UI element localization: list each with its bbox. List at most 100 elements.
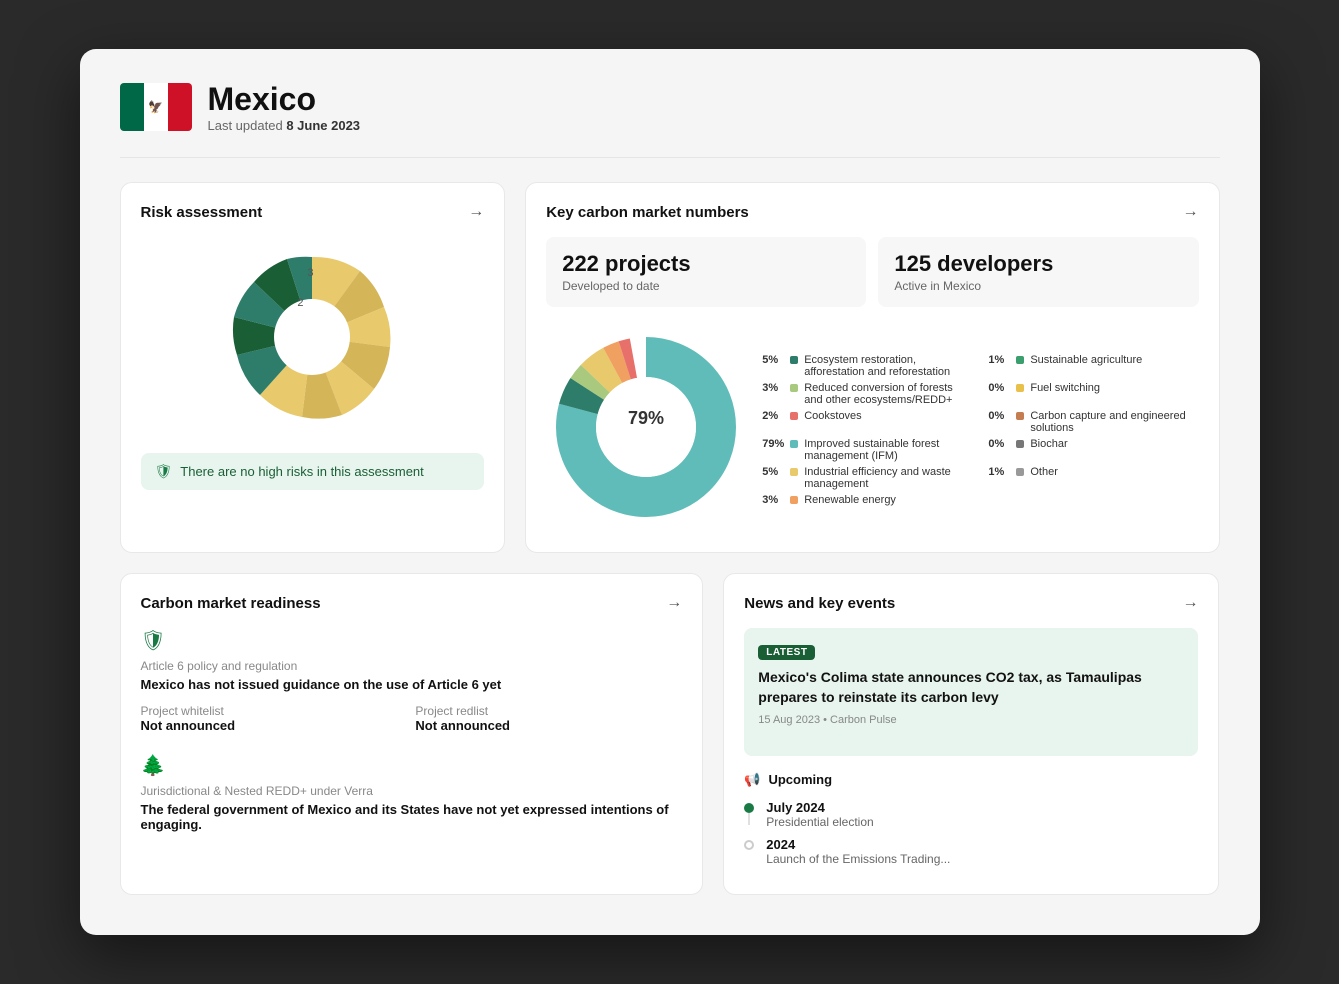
legend-dot-1 — [790, 356, 798, 364]
stat-box-projects: 222 projects Developed to date — [546, 237, 866, 307]
readiness-section-2: 🌲 Jurisdictional & Nested REDD+ under Ve… — [141, 753, 683, 832]
article6-text: Mexico has not issued guidance on the us… — [141, 677, 683, 692]
no-risk-badge: 🛡 There are no high risks in this assess… — [141, 453, 485, 490]
carbon-market-arrow[interactable]: → — [1183, 203, 1199, 221]
flag-green-stripe — [120, 83, 144, 131]
last-updated: Last updated 8 June 2023 — [208, 118, 361, 133]
header-divider — [120, 157, 1220, 158]
browser-frame: 🦅 Mexico Last updated 8 June 2023 Risk a… — [80, 49, 1260, 934]
legend-item-r5: 1% Other — [988, 466, 1198, 490]
legend-item-6: 3% Renewable energy — [762, 494, 972, 506]
redd-icon: 🌲 — [141, 753, 683, 778]
legend-item-r1: 1% Sustainable agriculture — [988, 354, 1198, 378]
timeline-content-1: July 2024 Presidential election — [766, 800, 873, 829]
chart-legend-container: 79% 5% Ecosystem restoration, afforestat… — [546, 327, 1198, 532]
risk-assessment-arrow[interactable]: → — [468, 203, 484, 221]
sunburst-label-2: 2 — [297, 297, 303, 309]
redlist-label: Project redlist — [415, 704, 682, 718]
sunburst-label-3: 3 — [307, 267, 313, 279]
megaphone-icon: 📢 — [744, 772, 760, 788]
readiness-card: Carbon market readiness → 🛡 Article 6 po… — [120, 573, 704, 894]
news-meta: 15 Aug 2023 • Carbon Pulse — [758, 714, 1184, 726]
legend-grid: 5% Ecosystem restoration, afforestation … — [762, 354, 1198, 506]
donut-center-pct: 79% — [628, 408, 664, 428]
news-headline: Mexico's Colima state announces CO2 tax,… — [758, 668, 1184, 707]
flag-red-stripe — [168, 83, 192, 131]
timeline-date-1: July 2024 — [766, 800, 873, 815]
donut-svg: 79% — [546, 327, 746, 527]
timeline-item-2: 2024 Launch of the Emissions Trading... — [744, 837, 1198, 866]
legend-item-1: 5% Ecosystem restoration, afforestation … — [762, 354, 972, 378]
legend-dot-6 — [790, 496, 798, 504]
timeline-line-1 — [748, 813, 750, 825]
legend-dot-r1 — [1016, 356, 1024, 364]
legend-item-5: 5% Industrial efficiency and waste manag… — [762, 466, 972, 490]
legend-dot-r5 — [1016, 468, 1024, 476]
news-title: News and key events — [744, 595, 895, 612]
redd-subtitle: Jurisdictional & Nested REDD+ under Verr… — [141, 784, 683, 798]
legend-dot-5 — [790, 468, 798, 476]
upcoming-header: 📢 Upcoming — [744, 772, 1198, 788]
risk-assessment-title: Risk assessment — [141, 204, 263, 221]
news-header: News and key events → — [744, 594, 1198, 612]
risk-chart: 3 2 — [141, 237, 485, 437]
readiness-header: Carbon market readiness → — [141, 594, 683, 612]
legend-item-r4: 0% Biochar — [988, 438, 1198, 462]
donut-chart-wrapper: 79% — [546, 327, 746, 532]
flag-white-stripe: 🦅 — [144, 83, 168, 131]
last-updated-date: 8 June 2023 — [286, 118, 360, 133]
upcoming-label: Upcoming — [768, 772, 832, 787]
timeline-date-2: 2024 — [766, 837, 950, 852]
whitelist-label: Project whitelist — [141, 704, 408, 718]
latest-badge: LATEST — [758, 645, 815, 660]
timeline-dot-2 — [744, 840, 754, 850]
bottom-grid: Carbon market readiness → 🛡 Article 6 po… — [120, 573, 1220, 894]
legend-item-r3: 0% Carbon capture and engineered solutio… — [988, 410, 1198, 434]
legend-dot-3 — [790, 412, 798, 420]
risk-assessment-card: Risk assessment → 3 2 — [120, 182, 506, 553]
timeline-dot-1 — [744, 803, 754, 813]
page-header: 🦅 Mexico Last updated 8 June 2023 — [120, 81, 1220, 133]
legend-dot-r2 — [1016, 384, 1024, 392]
shield-icon: 🛡 — [155, 463, 173, 480]
whitelist-value: Not announced — [141, 718, 408, 733]
redlist-value: Not announced — [415, 718, 682, 733]
stats-row: 222 projects Developed to date 125 devel… — [546, 237, 1198, 307]
carbon-market-header: Key carbon market numbers → — [546, 203, 1198, 221]
timeline-event-2: Launch of the Emissions Trading... — [766, 852, 950, 866]
main-grid: Risk assessment → 3 2 — [120, 182, 1220, 553]
readiness-arrow[interactable]: → — [666, 594, 682, 612]
legend-item-3: 2% Cookstoves — [762, 410, 972, 434]
sunburst-chart: 3 2 — [212, 237, 412, 437]
legend-item-2: 3% Reduced conversion of forests and oth… — [762, 382, 972, 406]
legend-item-4: 79% Improved sustainable forest manageme… — [762, 438, 972, 462]
timeline-content-2: 2024 Launch of the Emissions Trading... — [766, 837, 950, 866]
whitelist-item: Project whitelist Not announced — [141, 704, 408, 733]
country-flag: 🦅 — [120, 83, 192, 131]
legend-dot-r4 — [1016, 440, 1024, 448]
article6-icon: 🛡 — [141, 628, 683, 653]
timeline-item-1: July 2024 Presidential election — [744, 800, 1198, 829]
legend-dot-4 — [790, 440, 798, 448]
country-name: Mexico — [208, 81, 361, 118]
news-card: News and key events → LATEST Mexico's Co… — [723, 573, 1219, 894]
readiness-title: Carbon market readiness — [141, 595, 321, 612]
news-arrow[interactable]: → — [1182, 594, 1198, 612]
developers-label: Active in Mexico — [894, 279, 1182, 293]
risk-assessment-header: Risk assessment → — [141, 203, 485, 221]
latest-news-box: LATEST Mexico's Colima state announces C… — [744, 628, 1198, 755]
whitelist-redlist: Project whitelist Not announced Project … — [141, 704, 683, 733]
legend-dot-r3 — [1016, 412, 1024, 420]
developers-number: 125 developers — [894, 251, 1182, 277]
header-text: Mexico Last updated 8 June 2023 — [208, 81, 361, 133]
carbon-market-card: Key carbon market numbers → 222 projects… — [525, 182, 1219, 553]
center-circle — [274, 299, 350, 375]
carbon-market-title: Key carbon market numbers — [546, 204, 749, 221]
stat-box-developers: 125 developers Active in Mexico — [878, 237, 1198, 307]
projects-label: Developed to date — [562, 279, 850, 293]
no-risk-text: There are no high risks in this assessme… — [180, 464, 424, 479]
redlist-item: Project redlist Not announced — [415, 704, 682, 733]
redd-text: The federal government of Mexico and its… — [141, 802, 683, 832]
legend-item-r2: 0% Fuel switching — [988, 382, 1198, 406]
readiness-section-1: 🛡 Article 6 policy and regulation Mexico… — [141, 628, 683, 733]
